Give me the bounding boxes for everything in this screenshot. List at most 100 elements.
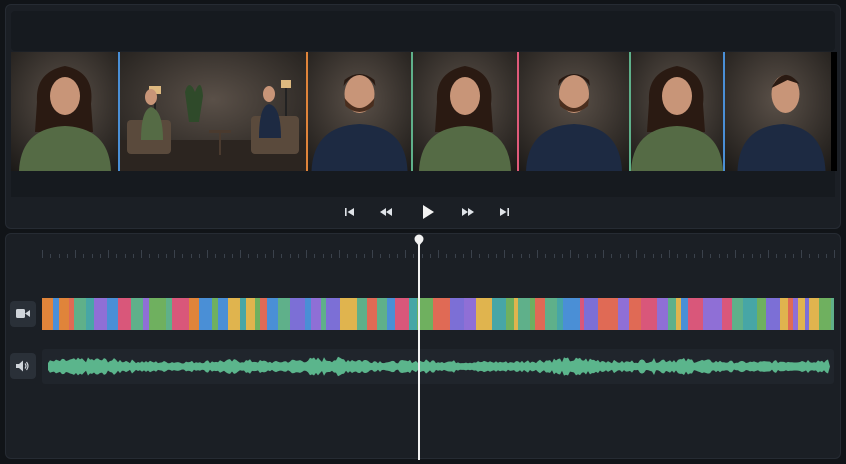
clip-boundary-marker — [723, 52, 725, 171]
ruler-tick — [685, 254, 687, 258]
video-clip-segment[interactable] — [598, 298, 612, 330]
ruler-tick — [454, 254, 456, 258]
video-clip-segment[interactable] — [492, 298, 507, 330]
skip-forward-button[interactable] — [494, 202, 514, 222]
ruler-tick — [174, 250, 175, 258]
video-clip-segment[interactable] — [450, 298, 465, 330]
video-clip-segment[interactable] — [688, 298, 704, 330]
ruler-tick — [743, 254, 745, 258]
video-clip-segment[interactable] — [709, 298, 723, 330]
ruler-tick — [768, 250, 769, 258]
ruler-tick — [182, 254, 184, 258]
audio-track-button[interactable] — [10, 353, 36, 379]
ruler-tick — [413, 254, 415, 258]
ruler-tick — [116, 254, 118, 258]
ruler-tick — [462, 254, 464, 258]
fast-forward-icon — [462, 208, 474, 216]
rewind-button[interactable] — [376, 202, 396, 222]
ruler-tick — [495, 254, 497, 258]
video-clip-segment[interactable] — [563, 298, 581, 330]
ruler-tick — [479, 254, 481, 258]
ruler-tick — [652, 254, 654, 258]
thumbnail-woman-closeup-1[interactable] — [11, 52, 119, 171]
ruler-tick — [446, 254, 448, 258]
ruler-tick — [58, 254, 60, 258]
ruler-tick — [710, 254, 712, 258]
video-clip-segment[interactable] — [584, 298, 599, 330]
ruler-tick — [297, 254, 299, 258]
ruler-tick — [281, 254, 283, 258]
ruler-tick — [372, 250, 373, 258]
ruler-tick — [751, 254, 753, 258]
thumbnail-woman-closeup-2[interactable] — [412, 52, 518, 171]
ruler-tick — [50, 254, 52, 258]
video-track[interactable] — [42, 298, 834, 330]
ruler-tick — [380, 254, 382, 258]
video-track-button[interactable] — [10, 301, 36, 327]
video-clip-segment[interactable] — [766, 298, 781, 330]
ruler-tick — [149, 254, 151, 258]
skip-back-button[interactable] — [340, 202, 360, 222]
ruler-tick — [504, 250, 505, 258]
video-clip-segment[interactable] — [94, 298, 108, 330]
thumbnail-man-closeup-1[interactable] — [307, 52, 412, 171]
video-clip-segment[interactable] — [118, 298, 132, 330]
waveform-shape — [48, 356, 830, 377]
video-clip-segment[interactable] — [641, 298, 658, 330]
ruler-tick — [512, 254, 514, 258]
ruler-tick — [132, 254, 134, 258]
ruler-tick — [141, 250, 142, 258]
ruler-tick — [603, 250, 604, 258]
fast-forward-button[interactable] — [458, 202, 478, 222]
ruler-tick — [570, 250, 571, 258]
video-clip-segment[interactable] — [395, 298, 410, 330]
video-clip-segment[interactable] — [326, 298, 341, 330]
ruler-tick — [91, 254, 93, 258]
ruler-tick — [718, 254, 720, 258]
ruler-tick — [801, 250, 802, 258]
thumbnail-man-closeup-2[interactable] — [518, 52, 630, 171]
ruler-tick — [619, 254, 621, 258]
video-clip-segment[interactable] — [199, 298, 213, 330]
ruler-tick — [215, 254, 217, 258]
ruler-tick — [429, 254, 431, 258]
ruler-tick — [702, 250, 703, 258]
ruler-tick — [759, 254, 761, 258]
ruler-tick — [264, 254, 266, 258]
play-button[interactable] — [418, 202, 438, 222]
thumbnail-man-profile[interactable] — [724, 52, 831, 171]
playhead-handle[interactable] — [413, 234, 425, 246]
ruler-tick — [190, 254, 192, 258]
ruler-tick — [586, 254, 588, 258]
ruler-tick — [396, 254, 398, 258]
video-clip-segment[interactable] — [149, 298, 167, 330]
audio-track[interactable] — [42, 349, 834, 384]
video-clip-segment[interactable] — [172, 298, 190, 330]
ruler-tick — [669, 250, 670, 258]
video-clip-segment[interactable] — [340, 298, 358, 330]
clip-boundary-marker — [306, 52, 308, 171]
ruler-tick — [578, 254, 580, 258]
playhead-line[interactable] — [418, 238, 420, 460]
skip-forward-icon — [500, 208, 509, 216]
ruler-tick — [108, 250, 109, 258]
video-clip-segment[interactable] — [433, 298, 451, 330]
ruler-tick — [809, 254, 811, 258]
time-ruler[interactable] — [42, 244, 835, 258]
ruler-tick — [75, 250, 76, 258]
video-clip-segment[interactable] — [290, 298, 306, 330]
ruler-tick — [207, 250, 208, 258]
ruler-tick — [735, 250, 736, 258]
ruler-tick — [636, 250, 637, 258]
video-camera-icon — [16, 309, 30, 318]
speaker-icon — [16, 360, 29, 372]
ruler-tick — [83, 254, 85, 258]
thumbnail-interview-wide[interactable] — [119, 52, 307, 171]
ruler-tick — [677, 254, 679, 258]
ruler-tick — [330, 254, 332, 258]
thumbnail-woman-closeup-3[interactable] — [630, 52, 724, 171]
clip-boundary-marker — [517, 52, 519, 171]
video-clip-segment[interactable] — [831, 298, 834, 330]
ruler-tick — [520, 254, 522, 258]
ruler-tick — [784, 254, 786, 258]
